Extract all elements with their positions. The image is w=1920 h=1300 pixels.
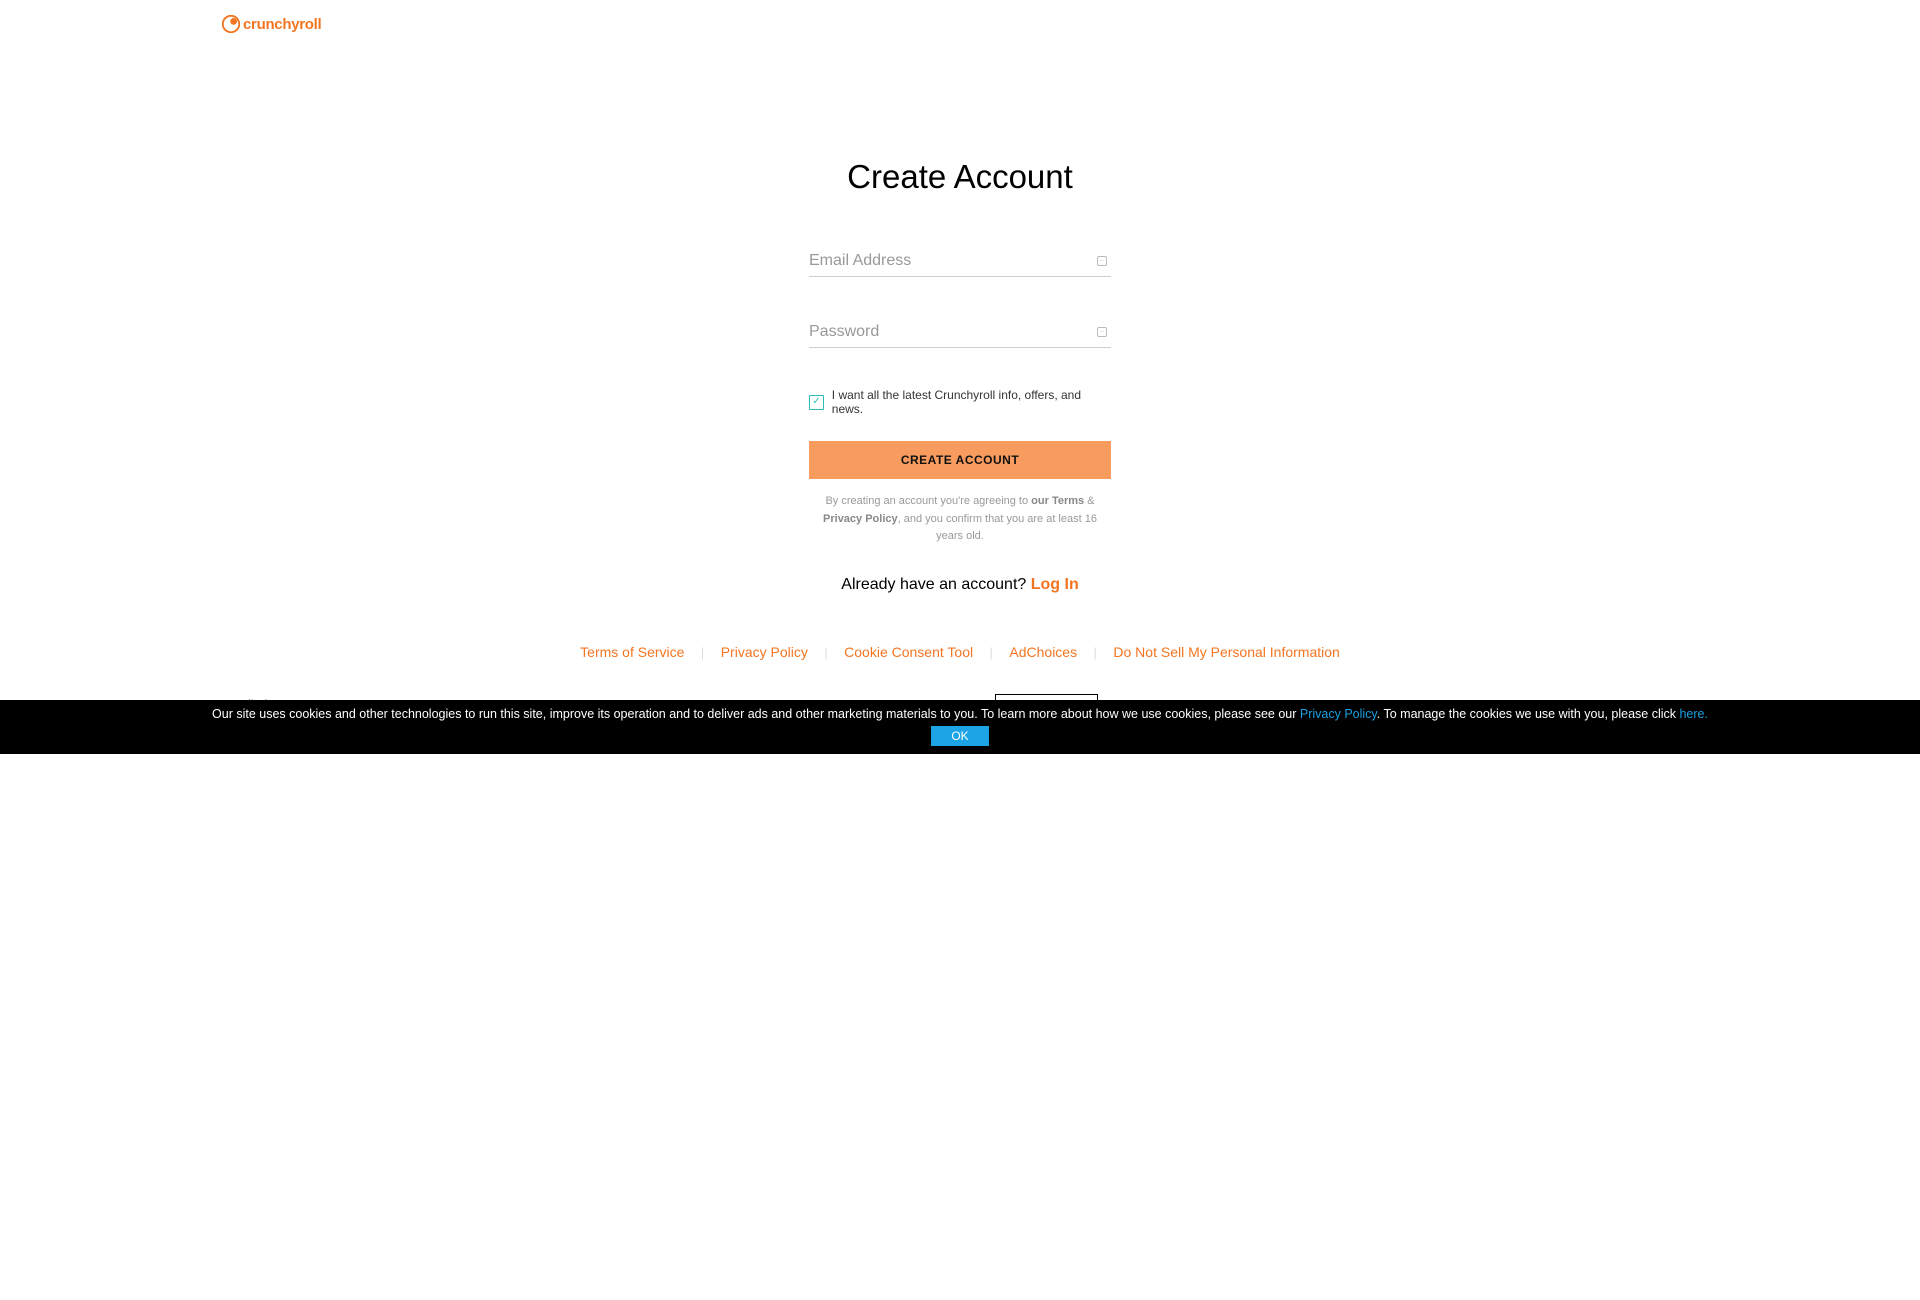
email-input[interactable] xyxy=(809,246,1111,277)
newsletter-checkbox-row: ✓ I want all the latest Crunchyroll info… xyxy=(809,388,1111,416)
login-link[interactable]: Log In xyxy=(1031,576,1079,593)
cookie-here-link[interactable]: here. xyxy=(1679,707,1708,721)
password-field-wrap: ·· xyxy=(809,317,1111,348)
footer-link-privacy[interactable]: Privacy Policy xyxy=(721,644,808,660)
signup-form: ·· ·· ✓ I want all the latest Crunchyrol… xyxy=(809,246,1111,594)
login-prompt: Already have an account? Log In xyxy=(809,576,1111,594)
cookie-ok-button[interactable]: OK xyxy=(931,726,988,746)
header: crunchyroll xyxy=(0,0,1920,33)
brand-logo[interactable]: crunchyroll xyxy=(222,15,1920,33)
page-title: Create Account xyxy=(658,158,1263,196)
cookie-banner: Our site uses cookies and other technolo… xyxy=(0,700,1920,754)
password-input[interactable] xyxy=(809,317,1111,348)
footer-link-terms[interactable]: Terms of Service xyxy=(580,644,684,660)
autofill-icon: ·· xyxy=(1097,327,1107,337)
email-field-wrap: ·· xyxy=(809,246,1111,277)
terms-link[interactable]: our Terms xyxy=(1031,495,1084,507)
footer-link-adchoices[interactable]: AdChoices xyxy=(1009,644,1077,660)
brand-name: crunchyroll xyxy=(243,16,321,33)
newsletter-checkbox[interactable]: ✓ xyxy=(809,395,824,410)
cookie-privacy-link[interactable]: Privacy Policy xyxy=(1300,707,1377,721)
autofill-icon: ·· xyxy=(1097,256,1107,266)
footer-links: Terms of Service | Privacy Policy | Cook… xyxy=(0,644,1920,662)
crunchyroll-logo-icon xyxy=(222,15,240,33)
create-account-button[interactable]: CREATE ACCOUNT xyxy=(809,441,1111,479)
newsletter-label: I want all the latest Crunchyroll info, … xyxy=(832,388,1111,416)
checkmark-icon: ✓ xyxy=(812,397,820,407)
main-content: Create Account ·· ·· ✓ I want all the la… xyxy=(658,158,1263,594)
footer-link-cookie[interactable]: Cookie Consent Tool xyxy=(844,644,973,660)
privacy-link[interactable]: Privacy Policy xyxy=(823,513,898,525)
footer-link-donotsell[interactable]: Do Not Sell My Personal Information xyxy=(1113,644,1339,660)
terms-disclaimer: By creating an account you're agreeing t… xyxy=(809,493,1111,546)
